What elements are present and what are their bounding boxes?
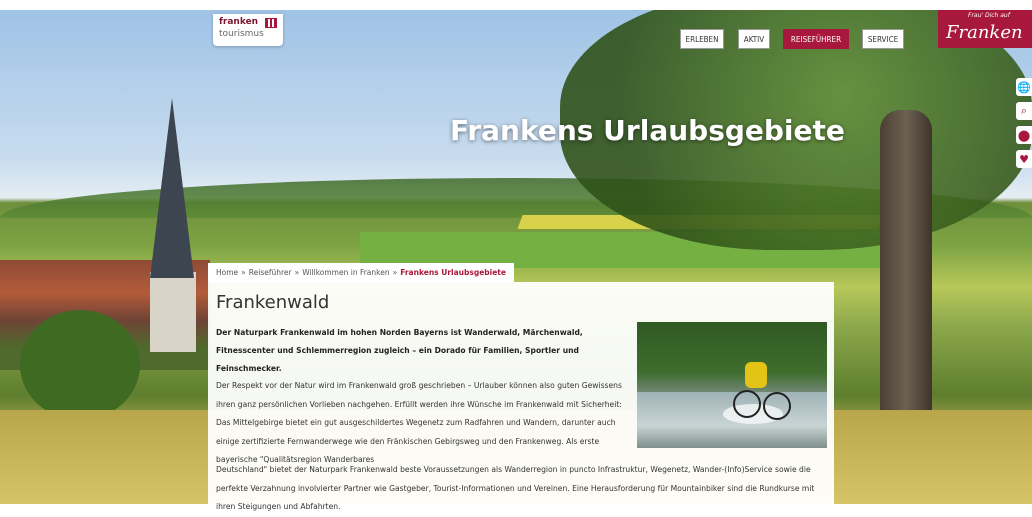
map-pin-icon[interactable]: ⬤ bbox=[1016, 126, 1032, 144]
article-intro: Der Naturpark Frankenwald im hohen Norde… bbox=[216, 328, 583, 373]
brand-slogan: Frau' Dich auf bbox=[968, 12, 1010, 19]
mountainbiker-photo bbox=[637, 322, 827, 448]
nav-reisefuehrer[interactable]: REISEFÜHRER bbox=[783, 29, 849, 49]
hero-title: Frankens Urlaubsgebiete bbox=[450, 114, 845, 147]
globe-icon[interactable]: 🌐 bbox=[1016, 78, 1032, 96]
photo-biker bbox=[745, 362, 767, 388]
frankenland-brand-logo[interactable]: Frau' Dich auf Franken bbox=[938, 10, 1032, 48]
heart-icon[interactable]: ♥ bbox=[1016, 150, 1032, 168]
nav-service[interactable]: SERVICE bbox=[862, 29, 904, 49]
hero-church bbox=[150, 272, 196, 352]
article-title: Frankenwald bbox=[216, 292, 330, 313]
article-body-part1: Der Respekt vor der Natur wird im Franke… bbox=[216, 381, 622, 464]
franken-tourismus-logo[interactable]: franken tourismus bbox=[213, 14, 283, 46]
breadcrumb: Home » Reiseführer » Willkommen in Frank… bbox=[208, 263, 514, 282]
nav-erleben[interactable]: ERLEBEN bbox=[680, 29, 724, 49]
breadcrumb-home[interactable]: Home bbox=[216, 268, 238, 277]
brand-name: Franken bbox=[946, 22, 1023, 43]
breadcrumb-reisefuehrer[interactable]: Reiseführer bbox=[249, 268, 292, 277]
logo-text-bottom: tourismus bbox=[219, 29, 264, 39]
hero-church-spire bbox=[150, 98, 194, 278]
flag-icon bbox=[265, 18, 277, 28]
breadcrumb-separator: » bbox=[294, 268, 300, 277]
photo-bike-wheel bbox=[763, 392, 791, 420]
hero-tree-left bbox=[20, 310, 140, 420]
photo-bike-wheel bbox=[733, 390, 761, 418]
breadcrumb-separator: » bbox=[241, 268, 246, 277]
logo-text-top: franken bbox=[219, 17, 259, 27]
breadcrumb-current: Frankens Urlaubsgebiete bbox=[400, 268, 506, 277]
breadcrumb-willkommen[interactable]: Willkommen in Franken bbox=[302, 268, 389, 277]
nav-aktiv[interactable]: AKTIV bbox=[738, 29, 770, 49]
breadcrumb-separator: » bbox=[392, 268, 398, 277]
search-icon[interactable]: ⌕ bbox=[1016, 102, 1032, 120]
article-body-part2: Deutschland" bietet der Naturpark Franke… bbox=[216, 465, 815, 511]
